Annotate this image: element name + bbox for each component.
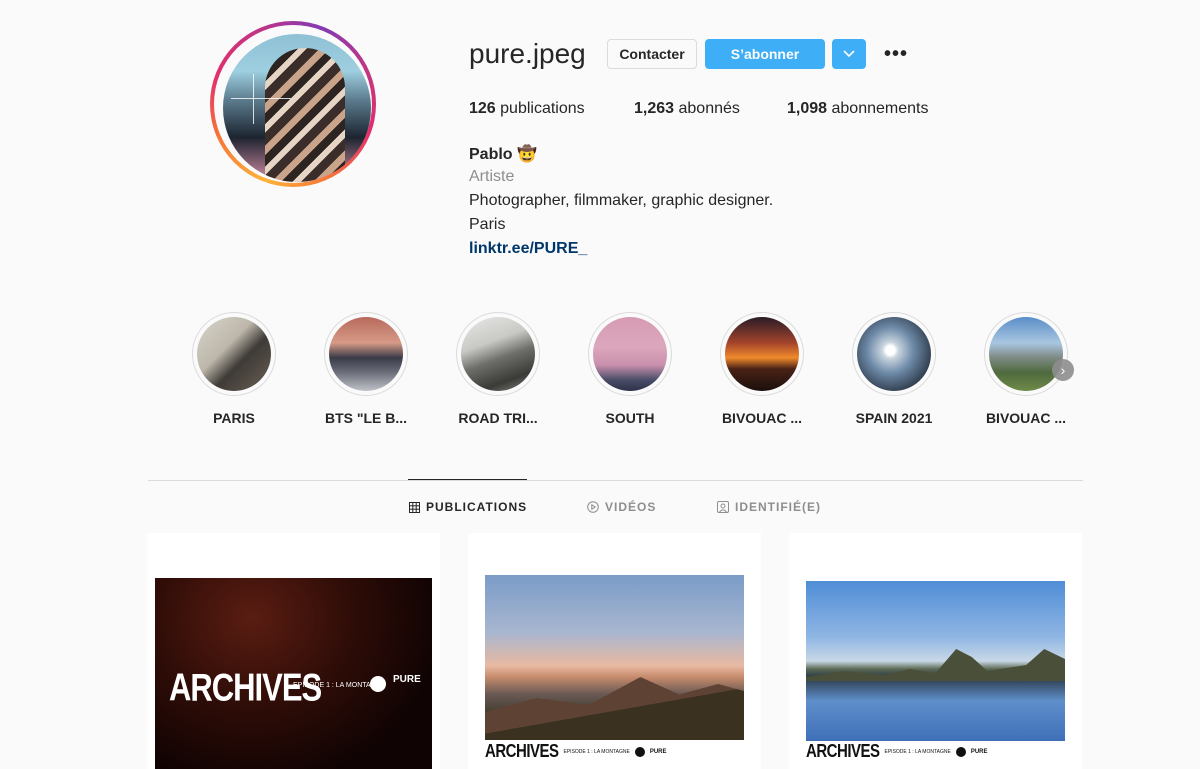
highlight-item[interactable]: BIVOUAC ... [712, 312, 812, 426]
bio-description: Photographer, filmmaker, graphic designe… [469, 192, 774, 209]
follow-button[interactable]: S’abonner [705, 39, 825, 69]
post-subtitle: EPISODE 1 : LA MONTAGNE [563, 748, 630, 755]
highlight-cover [461, 317, 535, 391]
tab-label: VIDÉOS [605, 500, 657, 514]
avatar-ring-gap [214, 25, 372, 183]
post-logo: PURE [393, 674, 421, 685]
following-count-value: 1,098 [787, 100, 828, 117]
following-count-label: abonnements [831, 100, 929, 117]
post-title: ARCHIVES [806, 741, 880, 762]
highlight-cover [593, 317, 667, 391]
posts-count-label: publications [500, 100, 585, 117]
highlight-label: BIVOUAC ... [721, 410, 803, 426]
bio-link[interactable]: linktr.ee/PURE_ [469, 240, 587, 258]
bio-location: Paris [469, 216, 506, 233]
followers-count[interactable]: 1,263 abonnés [634, 100, 740, 118]
profile-avatar[interactable] [210, 21, 376, 187]
avatar-crosshair-h [231, 98, 291, 99]
chevron-down-icon [843, 50, 855, 58]
following-count[interactable]: 1,098 abonnements [787, 100, 928, 118]
highlight-ring [192, 312, 276, 396]
highlight-ring [588, 312, 672, 396]
highlight-cover [725, 317, 799, 391]
post-thumbnail[interactable]: ARCHIVES EPISODE 1 : LA MONTAGNE PURE [789, 533, 1082, 769]
highlight-ring [984, 312, 1068, 396]
post-thumbnail[interactable]: ARCHIVES EPISODE 1 : LA MONTAGNE PURE [147, 533, 440, 769]
post-mountains [806, 649, 1065, 681]
play-circle-icon [587, 501, 599, 513]
posts-count-value: 126 [469, 100, 496, 117]
globe-icon [634, 746, 645, 757]
highlight-cover [989, 317, 1063, 391]
tab-label: IDENTIFIÉ(E) [735, 500, 821, 514]
globe-icon [955, 746, 966, 757]
avatar-figure [265, 48, 345, 182]
highlight-item[interactable]: SOUTH [580, 312, 680, 426]
post-caption-strip: ARCHIVES EPISODE 1 : LA MONTAGNE PURE [806, 741, 988, 762]
bio-name: Pablo 🤠 [469, 146, 537, 163]
highlight-label: SPAIN 2021 [855, 410, 933, 426]
highlight-item[interactable]: PARIS [184, 312, 284, 426]
highlight-label: PARIS [213, 410, 255, 426]
globe-icon [370, 676, 386, 692]
profile-username: pure.jpeg [469, 38, 586, 69]
post-subtitle: EPISODE 1 : LA MONTAGNE [884, 748, 951, 755]
highlight-item[interactable]: BTS "LE B... [316, 312, 416, 426]
highlight-item[interactable]: SPAIN 2021 [844, 312, 944, 426]
post-caption-strip: ARCHIVES EPISODE 1 : LA MONTAGNE PURE [485, 741, 667, 762]
highlight-label: SOUTH [605, 410, 655, 426]
post-logo: PURE [649, 748, 667, 755]
highlight-ring [852, 312, 936, 396]
post-logo: PURE [970, 748, 988, 755]
highlight-ring [456, 312, 540, 396]
suggestions-dropdown-button[interactable] [832, 39, 866, 69]
tab-active-indicator [408, 479, 527, 480]
highlight-cover [329, 317, 403, 391]
more-options-icon[interactable]: ••• [880, 39, 912, 69]
post-image [806, 581, 1065, 741]
followers-count-label: abonnés [678, 100, 740, 117]
highlight-cover [857, 317, 931, 391]
tab-videos[interactable]: VIDÉOS [587, 500, 656, 514]
chevron-right-icon[interactable]: › [1052, 359, 1074, 381]
avatar-image [223, 34, 371, 182]
highlight-label: ROAD TRI... [458, 410, 538, 426]
highlight-cover [197, 317, 271, 391]
posts-count: 126 publications [469, 100, 585, 118]
tab-tagged[interactable]: IDENTIFIÉ(E) [717, 500, 821, 514]
highlight-ring [324, 312, 408, 396]
avatar-crosshair-v [253, 74, 254, 124]
highlight-ring [720, 312, 804, 396]
highlight-label: BTS "LE B... [324, 410, 408, 426]
grid-icon [409, 501, 420, 513]
tagged-user-icon [717, 501, 729, 513]
tab-publications[interactable]: PUBLICATIONS [409, 500, 527, 514]
followers-count-value: 1,263 [634, 100, 675, 117]
post-mountains [485, 677, 744, 740]
contact-button[interactable]: Contacter [607, 39, 697, 69]
post-thumbnail[interactable]: ARCHIVES EPISODE 1 : LA MONTAGNE PURE [468, 533, 761, 769]
post-image [485, 575, 744, 740]
tabs-divider [148, 480, 1083, 481]
tab-label: PUBLICATIONS [426, 500, 528, 514]
highlight-item[interactable]: ROAD TRI... [448, 312, 548, 426]
post-image: ARCHIVES EPISODE 1 : LA MONTAGNE PURE [155, 578, 432, 769]
post-title: ARCHIVES [485, 741, 559, 762]
highlight-label: BIVOUAC ... [985, 410, 1067, 426]
bio-category: Artiste [469, 168, 515, 185]
